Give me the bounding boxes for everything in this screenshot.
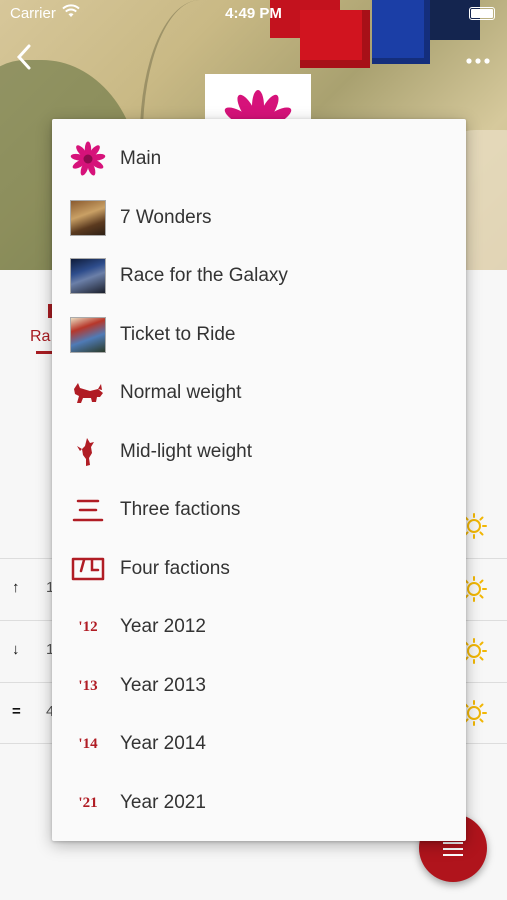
menu-item-main[interactable]: Main [52,129,466,188]
kanji-three-icon [72,499,104,522]
filter-dropdown-menu: Main 7 Wonders Race for the Galaxy Ticke… [52,119,466,841]
menu-item-race-for-the-galaxy[interactable]: Race for the Galaxy [52,246,466,305]
year-21-icon: '21 [78,794,98,811]
menu-item-label: 7 Wonders [120,206,212,228]
kanji-four-icon [71,557,105,580]
chevron-left-icon [16,44,31,70]
tab-underline [36,351,52,354]
menu-lines-icon [443,842,463,844]
menu-item-label: Normal weight [120,382,242,403]
battery-icon [469,7,495,20]
menu-item-four-factions[interactable]: Four factions [52,539,466,598]
menu-item-7-wonders[interactable]: 7 Wonders [52,188,466,247]
menu-item-label: Mid-light weight [120,440,252,462]
menu-item-label: Ticket to Ride [120,323,236,345]
back-button[interactable] [14,42,44,78]
more-options-button[interactable] [463,44,493,74]
arrow-down-icon: ↓ [12,641,20,658]
menu-item-mid-light-weight[interactable]: Mid-light weight [52,422,466,481]
menu-item-label: Race for the Galaxy [120,265,288,286]
ticket-to-ride-cover-icon [70,316,106,353]
year-13-icon: '13 [78,677,98,694]
menu-item-label: Year 2013 [120,674,206,696]
menu-item-label: Three factions [120,499,241,520]
arrow-up-icon: ↑ [12,579,20,596]
year-14-icon: '14 [78,736,98,752]
year-12-icon: '12 [78,619,98,635]
menu-item-label: Year 2012 [120,616,206,637]
bird-icon [77,437,94,466]
flower-icon [70,141,106,176]
tab-ranking[interactable]: Ra [30,328,50,346]
menu-item-year-2012[interactable]: '12 Year 2012 [52,597,466,656]
fox-icon [74,383,103,403]
menu-item-label: Main [120,148,162,169]
race-for-the-galaxy-cover-icon [70,258,106,294]
status-bar: Carrier 4:49 PM [0,0,507,28]
menu-item-year-2013[interactable]: '13 Year 2013 [52,656,466,715]
menu-item-normal-weight[interactable]: Normal weight [52,363,466,422]
menu-item-ticket-to-ride[interactable]: Ticket to Ride [52,305,466,364]
menu-item-year-2014[interactable]: '14 Year 2014 [52,714,466,773]
7-wonders-cover-icon [70,199,106,236]
menu-item-label: Year 2014 [120,733,206,754]
more-horizontal-icon [466,58,490,64]
menu-item-year-2021[interactable]: '21 Year 2021 [52,773,466,832]
menu-item-label: Four factions [120,557,230,579]
equals-icon: = [12,703,21,720]
status-time: 4:49 PM [225,5,282,22]
menu-item-three-factions[interactable]: Three factions [52,480,466,539]
menu-item-label: Year 2021 [120,791,206,813]
